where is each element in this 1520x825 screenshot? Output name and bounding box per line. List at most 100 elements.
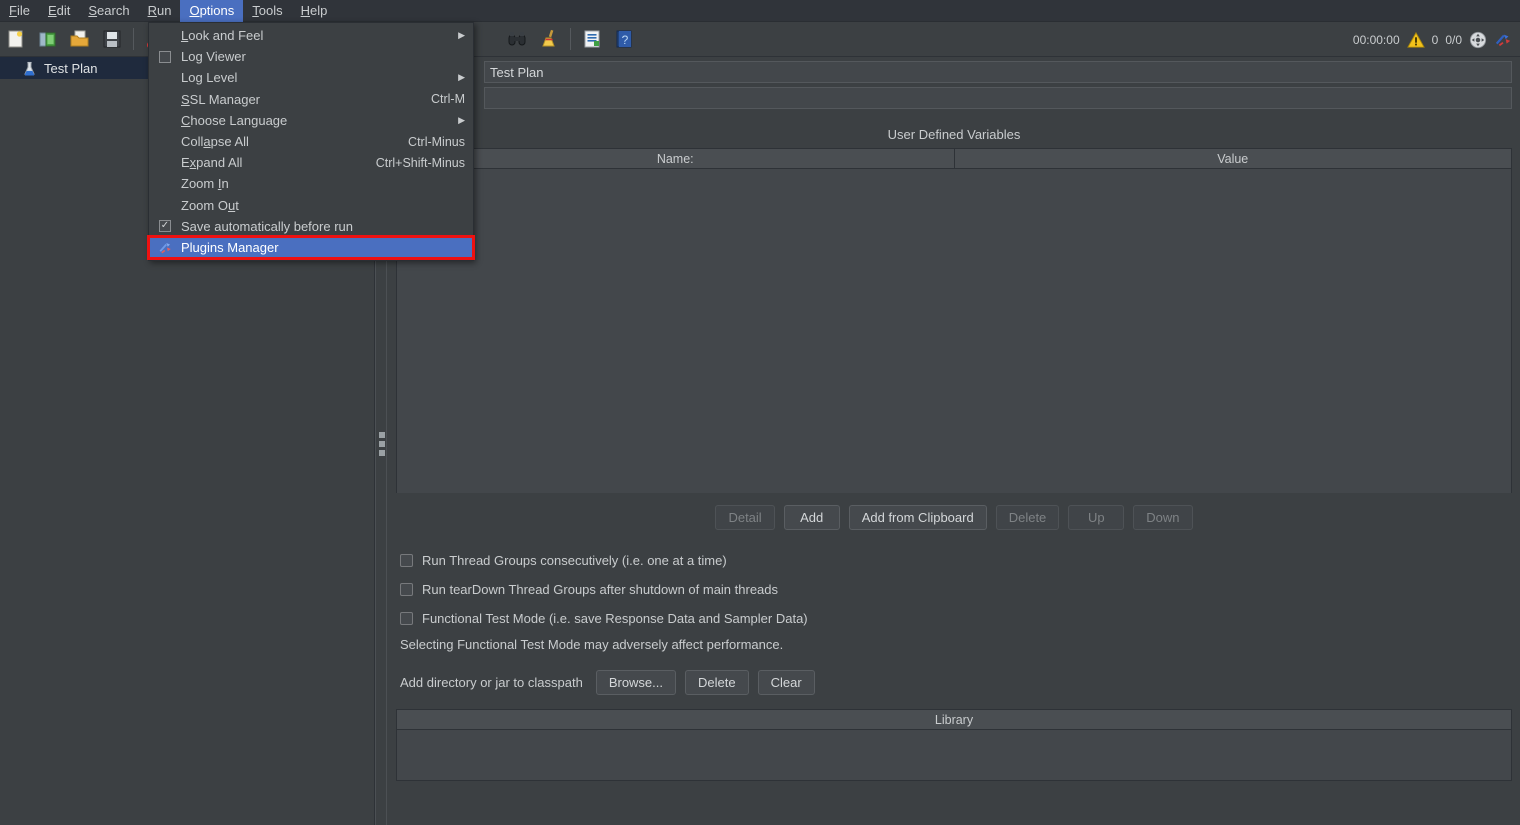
menu-item-log-viewer[interactable]: Log Viewer — [149, 46, 473, 67]
menubar-item-edit[interactable]: Edit — [39, 0, 79, 22]
test-plan-editor: Name: Comments: User Defined Variables N… — [388, 57, 1520, 825]
menu-item-icon-placeholder — [157, 135, 173, 149]
menu-item-collapse-all[interactable]: Collapse All Ctrl-Minus — [149, 131, 473, 152]
plugins-icon[interactable] — [1494, 31, 1512, 49]
up-button: Up — [1068, 505, 1125, 530]
menubar-item-tools[interactable]: Tools — [243, 0, 291, 22]
menubar-item-options[interactable]: Options — [180, 0, 244, 22]
checkbox-row-0[interactable]: Run Thread Groups consecutively (i.e. on… — [400, 546, 1520, 575]
functional-mode-note: Selecting Functional Test Mode may adver… — [400, 637, 784, 652]
checkbox-icon[interactable] — [157, 50, 173, 64]
menu-item-label: Plugins Manager — [181, 239, 279, 255]
menu-item-accelerator: Ctrl-Minus — [408, 134, 465, 149]
comments-field-row: Comments: — [396, 87, 1512, 109]
plugins-icon — [157, 240, 173, 254]
templates-icon[interactable] — [36, 27, 60, 51]
menu-item-look-and-feel[interactable]: Look and Feel ▶ — [149, 25, 473, 46]
elapsed-time: 00:00:00 — [1352, 32, 1400, 47]
submenu-arrow-icon: ▶ — [458, 30, 465, 41]
delete-button[interactable]: Delete — [685, 670, 749, 695]
test-plan-comments-input[interactable] — [484, 87, 1512, 109]
checkbox-icon[interactable] — [400, 554, 413, 567]
test-plan-name-input[interactable] — [484, 61, 1512, 83]
menu-item-plugins-manager[interactable]: Plugins Manager — [147, 234, 475, 261]
menu-item-zoom-out[interactable]: Zoom Out — [149, 195, 473, 216]
menu-item-label: Log Level — [181, 70, 238, 86]
checkbox-row-2[interactable]: Functional Test Mode (i.e. save Response… — [400, 604, 1520, 633]
menu-item-choose-language[interactable]: Choose Language ▶ — [149, 110, 473, 131]
menu-item-icon-placeholder — [157, 156, 173, 170]
toggle-log-icon[interactable] — [580, 27, 604, 51]
detail-button: Detail — [715, 505, 775, 530]
browse-button[interactable]: Browse... — [595, 670, 676, 695]
checkbox-label: Functional Test Mode (i.e. save Response… — [422, 611, 808, 626]
table-button-row: Detail Add Add from Clipboard Delete Up Down — [388, 505, 1520, 530]
menu-item-icon-placeholder — [157, 92, 173, 106]
toolbar-separator — [133, 28, 134, 50]
checkbox-icon[interactable]: ✓ — [157, 219, 173, 233]
save-icon[interactable] — [100, 27, 124, 51]
menu-item-label: Look and Feel — [181, 28, 264, 44]
menu-item-label: Zoom Out — [181, 197, 239, 213]
clear-button[interactable]: Clear — [757, 670, 815, 695]
menubar: File Edit Search Run Options Tools Help — [0, 0, 1520, 22]
down-button: Down — [1133, 505, 1193, 530]
table-column-header[interactable]: Name: — [397, 149, 954, 168]
menu-item-log-level[interactable]: Log Level ▶ — [149, 67, 473, 88]
svg-text:?: ? — [622, 33, 629, 47]
classpath-row: Add directory or jar to classpath Browse… — [400, 670, 1520, 695]
library-header: Library — [397, 710, 1511, 730]
menu-item-label: Expand All — [181, 155, 243, 171]
checkbox-label: Run tearDown Thread Groups after shutdow… — [422, 582, 779, 597]
menu-item-label: Choose Language — [181, 112, 288, 128]
new-document-icon[interactable] — [4, 27, 28, 51]
menubar-item-file[interactable]: File — [0, 0, 39, 22]
classpath-buttons: Browse... Delete Clear — [595, 670, 815, 695]
menubar-item-run[interactable]: Run — [139, 0, 181, 22]
open-folder-icon[interactable] — [68, 27, 92, 51]
clear-broom-icon[interactable] — [537, 27, 561, 51]
checkbox-label: Run Thread Groups consecutively (i.e. on… — [422, 553, 727, 568]
checkbox-icon[interactable] — [400, 583, 413, 596]
table-header-row: Name: Value — [397, 149, 1511, 169]
checkbox-row-1[interactable]: Run tearDown Thread Groups after shutdow… — [400, 575, 1520, 604]
toolbar-separator-2 — [570, 28, 571, 50]
menu-item-label: Zoom In — [181, 176, 229, 192]
options-dropdown-menu: Look and Feel ▶ Log Viewer Log Level ▶ SSL Ma… — [147, 22, 475, 262]
add-button[interactable]: Add — [783, 505, 840, 530]
submenu-arrow-icon: ▶ — [458, 114, 465, 125]
search-binoculars-icon[interactable] — [505, 27, 529, 51]
test-plan-flask-icon — [22, 61, 37, 76]
submenu-arrow-icon: ▶ — [458, 72, 465, 83]
menu-item-accelerator: Ctrl+Shift-Minus — [375, 155, 465, 170]
help-icon[interactable]: ? — [612, 27, 636, 51]
jmeter-window: FileEditSearchRunOptionsToolsHelp — [0, 0, 1520, 825]
menu-item-label: Log Viewer — [181, 49, 246, 65]
tree-item-label: Test Plan — [44, 60, 98, 76]
menu-item-ssl-manager[interactable]: SSL Manager Ctrl-M — [149, 89, 473, 110]
checkbox-icon[interactable] — [400, 612, 413, 625]
table-body[interactable] — [397, 169, 1511, 493]
user-defined-variables-table: Name: Value — [396, 148, 1512, 493]
toolbar-status: 00:00:00 0 0/0 — [1353, 22, 1512, 57]
menubar-item-help[interactable]: Help — [292, 0, 337, 22]
menu-item-icon-placeholder — [157, 29, 173, 43]
checkbox-group: Run Thread Groups consecutively (i.e. on… — [388, 546, 1520, 633]
classpath-label: Add directory or jar to classpath — [400, 675, 583, 690]
delete-button: Delete — [995, 505, 1060, 530]
error-count: 0 — [1431, 32, 1439, 47]
menu-item-icon-placeholder — [157, 71, 173, 85]
menu-item-label: Collapse All — [181, 134, 249, 150]
stop-circle-icon[interactable] — [1469, 31, 1487, 49]
menubar-item-search[interactable]: Search — [79, 0, 138, 22]
menu-item-save-automatically-before-run[interactable]: ✓ Save automatically before run — [149, 216, 473, 237]
menu-item-zoom-in[interactable]: Zoom In — [149, 173, 473, 194]
menu-item-label: SSL Manager — [181, 91, 261, 107]
add-from-clipboard-button[interactable]: Add from Clipboard — [848, 505, 987, 530]
menu-item-label: Save automatically before run — [181, 218, 353, 234]
table-column-header[interactable]: Value — [953, 149, 1512, 168]
warning-triangle-icon[interactable] — [1406, 31, 1425, 49]
splitter-handle-dots — [379, 432, 385, 456]
library-body[interactable] — [397, 730, 1511, 780]
menu-item-expand-all[interactable]: Expand All Ctrl+Shift-Minus — [149, 152, 473, 173]
